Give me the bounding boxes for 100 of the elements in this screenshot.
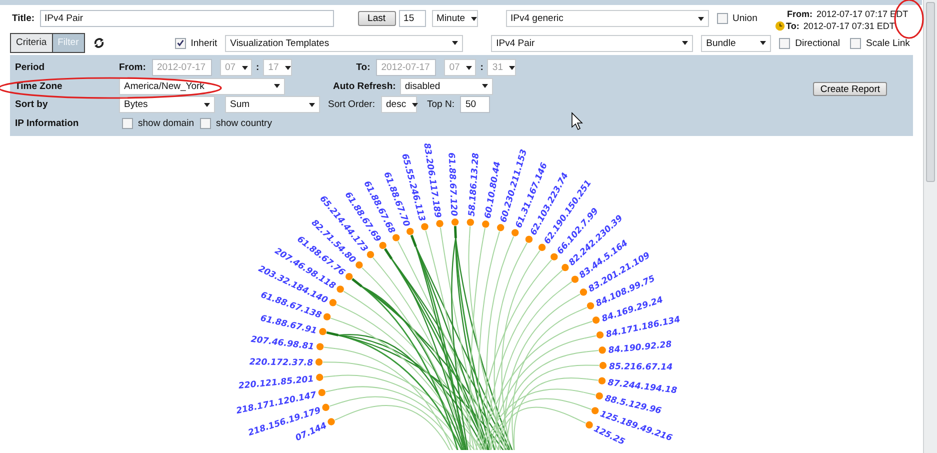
node-label: 87.244.194.18 (607, 378, 678, 396)
caret-icon (760, 41, 766, 45)
node-dot (356, 261, 363, 269)
sort-order-select[interactable]: desc (381, 96, 417, 114)
node-dot (525, 236, 533, 243)
node-label: 85.216.67.14 (608, 362, 673, 373)
node-dot (315, 358, 323, 366)
sort-by-label: Sort by (15, 99, 49, 110)
checkbox-label: Directional (795, 38, 840, 48)
node-dot (538, 244, 546, 251)
checkbox[interactable] (716, 13, 728, 24)
node-dot (323, 313, 331, 320)
node-label: 61.88.67.120 (446, 152, 458, 216)
node-dot (316, 343, 324, 350)
node-dot (421, 223, 428, 230)
node-dot (580, 288, 588, 296)
sort-field-select[interactable]: Bytes (119, 96, 215, 114)
auto-refresh-label: Auto Refresh: (333, 80, 396, 92)
node-dot (436, 220, 444, 228)
node-label: 84.190.92.28 (608, 340, 672, 356)
node-dot (346, 272, 353, 280)
checkbox-label: show domain (138, 118, 194, 129)
node-dot (571, 276, 579, 283)
node-dot (366, 250, 374, 258)
create-report-button[interactable]: Create Report (813, 82, 887, 96)
caret-icon (682, 41, 688, 45)
caret-icon (274, 84, 280, 88)
node-dot (482, 220, 490, 228)
node-dot (451, 218, 459, 226)
checkbox[interactable] (200, 118, 211, 129)
template-select[interactable]: IPv4 generic (506, 10, 709, 27)
checkbox-label: show country (216, 118, 272, 129)
caret-icon (309, 102, 315, 107)
last-button[interactable]: Last (358, 11, 396, 26)
auto-refresh-select[interactable]: disabled (400, 78, 493, 95)
caret-icon (466, 66, 472, 70)
tab[interactable]: Criteria (11, 34, 53, 52)
node-dot (596, 392, 603, 400)
node-dot (586, 421, 593, 428)
node-dot (598, 377, 606, 384)
node-dot (512, 229, 519, 236)
node-dot (596, 331, 604, 339)
node-dot (562, 264, 569, 272)
caret-icon (471, 16, 478, 20)
checkbox[interactable] (779, 38, 790, 48)
caret-icon (242, 66, 248, 70)
node-label: 207.46.98.81 (250, 334, 315, 352)
top-n-field[interactable]: 50 (460, 96, 490, 114)
title-field[interactable]: IPv4 Pair (40, 10, 334, 27)
node-dot (318, 388, 326, 396)
caret-icon (509, 66, 515, 70)
time-unit-dropdown[interactable]: Minute (432, 10, 478, 27)
node-dot (406, 228, 414, 236)
caret-icon (482, 84, 488, 88)
node-label: 58.186.13.28 (467, 152, 482, 217)
top-n-label: Top N: (427, 99, 454, 110)
node-dot (592, 316, 600, 324)
caret-icon (284, 66, 291, 70)
count-field[interactable]: 15 (398, 10, 426, 27)
checkbox[interactable] (122, 118, 133, 129)
title-label: Title: (12, 13, 35, 24)
node-dot (328, 418, 335, 426)
node-label: 220.172.37.8 (249, 358, 314, 368)
node-dot (592, 407, 599, 414)
node-label: 220.121.85.201 (238, 374, 314, 392)
caret-icon (204, 102, 210, 107)
sort-order-label: Sort Order: (328, 99, 375, 110)
aggregate-select[interactable]: Sum (225, 96, 320, 114)
node-dot (599, 362, 607, 370)
clock-icon (775, 21, 785, 31)
mouse-pointer-icon (572, 112, 583, 130)
time-separator: : (480, 62, 484, 74)
checkbox-label: Union (732, 13, 758, 24)
period-label: Period (15, 62, 46, 74)
node-dot (316, 374, 324, 381)
refresh-icon[interactable] (92, 37, 105, 49)
from-label: From: (119, 62, 147, 74)
to-label: To: (786, 21, 800, 31)
caret-icon (698, 16, 704, 20)
checkbox-label: Inherit (190, 38, 218, 48)
checkbox-label: Scale Link (866, 38, 910, 48)
node-dot (336, 286, 344, 293)
node-dot (466, 218, 474, 226)
to-time: 2012-07-17 07:31 EDT (803, 21, 895, 31)
scrollbar[interactable] (923, 0, 937, 453)
pair-select[interactable]: IPv4 Pair (491, 34, 694, 52)
caret-icon (412, 102, 418, 107)
ip-information-label: IP Information (15, 118, 80, 129)
checkbox[interactable] (174, 38, 186, 48)
mode-select[interactable]: Bundle (701, 34, 772, 52)
from-label: From: (787, 9, 812, 19)
node-dot (586, 302, 594, 310)
node-dot (319, 328, 326, 336)
caret-icon (452, 41, 458, 45)
visualization-select[interactable]: Visualization Templates (225, 34, 464, 52)
node-dot (322, 404, 330, 411)
checkbox[interactable] (850, 38, 862, 48)
node-dot (329, 299, 337, 306)
time-zone-select[interactable]: America/New_York (119, 78, 285, 95)
to-label: To: (356, 62, 370, 74)
